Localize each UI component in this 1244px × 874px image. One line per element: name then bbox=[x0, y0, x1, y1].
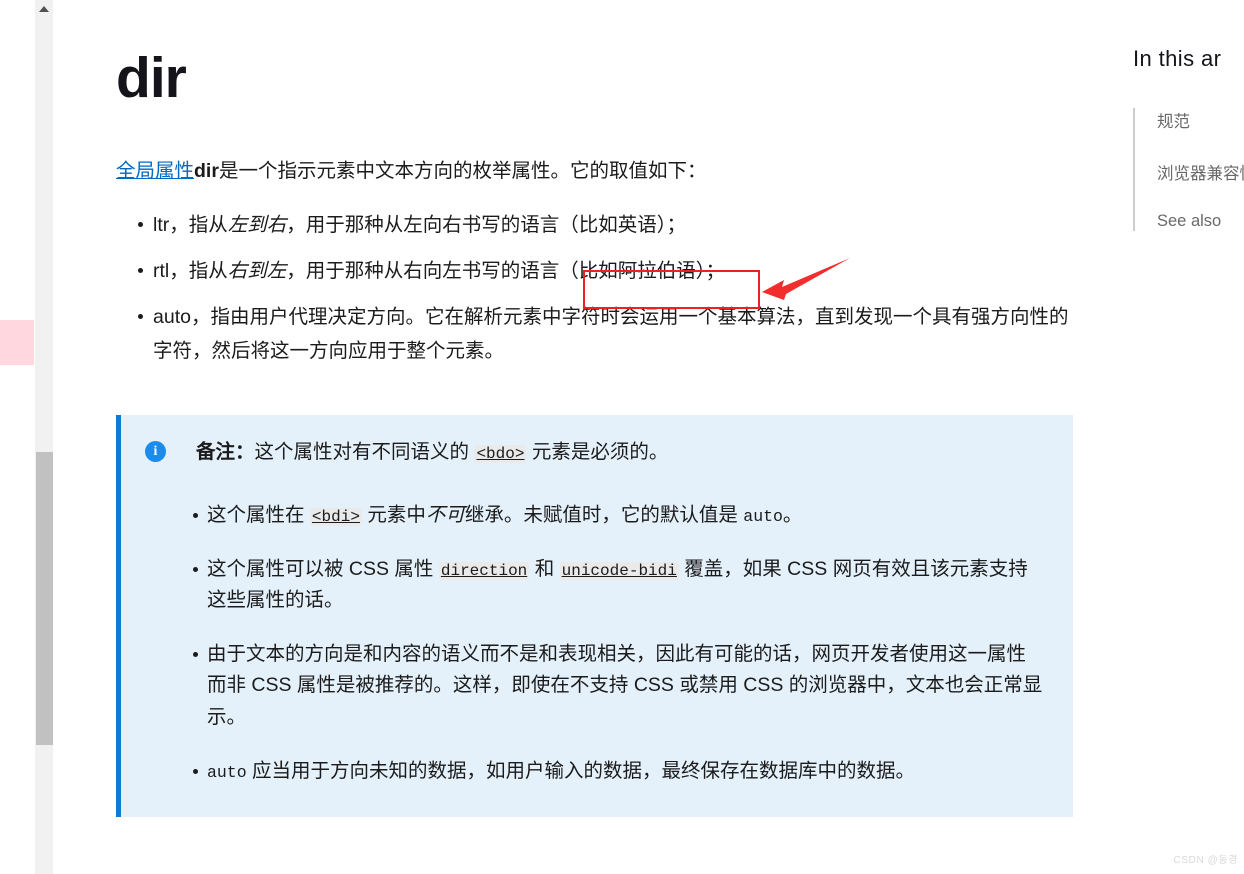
note-bullet-list: 这个属性在 <bdi> 元素中不可继承。未赋值时，它的默认值是 auto。 这个… bbox=[145, 500, 1043, 787]
note-head-before: 这个属性对有不同语义的 bbox=[254, 441, 475, 464]
global-attributes-link[interactable]: 全局属性 bbox=[116, 160, 194, 182]
inline-code: auto bbox=[743, 506, 783, 526]
toc-item-browser-compatibility[interactable]: 浏览器兼容性 bbox=[1157, 160, 1244, 184]
value-text-part1: ，指从 bbox=[169, 213, 228, 236]
list-item: auto，指由用户代理决定方向。它在解析元素中字符时会运用一个基本算法，直到发现… bbox=[116, 300, 1076, 368]
value-code-auto: auto bbox=[153, 306, 191, 329]
triangle-up-icon bbox=[39, 5, 49, 12]
value-text-part2: ，用于那种从右向左书写的语言 bbox=[286, 260, 560, 282]
watermark: CSDN @동경 bbox=[1173, 855, 1238, 866]
note-label: 备注： bbox=[196, 441, 255, 464]
value-highlighted-text: （比如阿拉伯语）； bbox=[559, 260, 726, 282]
left-scroll-strip bbox=[0, 0, 55, 874]
value-text-part1: ，指从 bbox=[169, 260, 228, 282]
inline-code: auto bbox=[207, 762, 247, 782]
page-title: dir bbox=[116, 46, 187, 110]
vertical-scrollbar-thumb[interactable] bbox=[36, 452, 53, 745]
text-segment: 由于文本的方向是和内容的语义而不是和表现相关，因此有可能的话，网页开发者使用这一… bbox=[207, 643, 1043, 728]
list-item: auto 应当用于方向未知的数据，如用户输入的数据，最终保存在数据库中的数据。 bbox=[145, 756, 1043, 787]
value-emphasis: 左到右 bbox=[227, 213, 287, 236]
intro-rest-text: 是一个指示元素中文本方向的枚举属性。它的取值如下： bbox=[218, 159, 707, 182]
list-item: 由于文本的方向是和内容的语义而不是和表现相关，因此有可能的话，网页开发者使用这一… bbox=[145, 639, 1043, 733]
value-text-part2: ，用于那种从左向右书写的语言（比如英语）； bbox=[286, 213, 687, 236]
dir-values-list: ltr，指从左到右，用于那种从左向右书写的语言（比如英语）； rtl，指从右到左… bbox=[116, 208, 1076, 369]
text-segment: 应当用于方向未知的数据，如用户输入的数据，最终保存在数据库中的数据。 bbox=[246, 759, 916, 782]
value-text-part1: ，指由用户代理决定方向。它在解析元素中字符时会运用一个基本算法，直到发现一个具有… bbox=[153, 306, 1069, 363]
bdo-element-code[interactable]: <bdo> bbox=[474, 445, 527, 464]
note-callout: i 备注：这个属性对有不同语义的 <bdo> 元素是必须的。 这个属性在 <bd… bbox=[116, 415, 1073, 817]
toc-heading: In this ar bbox=[1133, 46, 1222, 71]
toc-item-specifications[interactable]: 规范 bbox=[1157, 108, 1244, 132]
emphasis-text: 不可 bbox=[425, 503, 465, 526]
note-header: i 备注：这个属性对有不同语义的 <bdo> 元素是必须的。 bbox=[145, 437, 1043, 468]
value-code-ltr: ltr bbox=[153, 213, 170, 236]
intro-attribute-name: dir bbox=[194, 159, 219, 182]
text-segment: 。 bbox=[782, 503, 803, 526]
inline-code-link[interactable]: unicode-bidi bbox=[559, 561, 679, 580]
text-segment: 这个属性可以被 CSS 属性 bbox=[207, 557, 439, 580]
text-segment: 元素中 bbox=[361, 503, 426, 526]
intro-paragraph: 全局属性dir是一个指示元素中文本方向的枚举属性。它的取值如下： bbox=[116, 156, 1076, 187]
value-emphasis: 右到左 bbox=[227, 260, 287, 282]
toc-item-see-also[interactable]: See also bbox=[1157, 212, 1244, 231]
list-item: 这个属性可以被 CSS 属性 direction 和 unicode-bidi … bbox=[145, 554, 1043, 616]
value-code-rtl: rtl bbox=[153, 260, 170, 282]
list-item: 这个属性在 <bdi> 元素中不可继承。未赋值时，它的默认值是 auto。 bbox=[145, 500, 1043, 531]
text-segment: 继承。未赋值时，它的默认值是 bbox=[464, 503, 744, 526]
pink-highlight-marker bbox=[0, 320, 34, 365]
list-item: rtl，指从右到左，用于那种从右向左书写的语言（比如阿拉伯语）； bbox=[116, 254, 1076, 288]
toc-list: 规范 浏览器兼容性 See also bbox=[1133, 107, 1244, 231]
inline-code-link[interactable]: <bdi> bbox=[309, 507, 362, 526]
inline-code-link[interactable]: direction bbox=[438, 561, 530, 580]
list-item: ltr，指从左到右，用于那种从左向右书写的语言（比如英语）； bbox=[116, 208, 1076, 242]
info-icon: i bbox=[145, 441, 166, 463]
text-segment: 这个属性在 bbox=[207, 503, 310, 526]
note-head-after: 元素是必须的。 bbox=[526, 441, 669, 464]
note-header-text: 备注：这个属性对有不同语义的 <bdo> 元素是必须的。 bbox=[196, 437, 668, 468]
article-content: dir 全局属性dir是一个指示元素中文本方向的枚举属性。它的取值如下： ltr… bbox=[116, 0, 1076, 817]
scrollbar-up-button[interactable] bbox=[35, 0, 53, 17]
in-this-article-sidebar: In this ar 规范 浏览器兼容性 See also bbox=[1133, 45, 1244, 231]
text-segment: 和 bbox=[529, 557, 560, 580]
